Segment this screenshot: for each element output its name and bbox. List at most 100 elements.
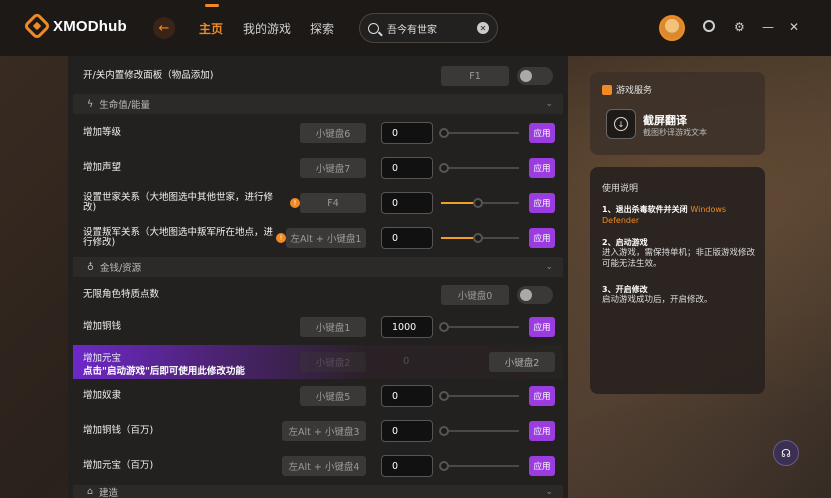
service-name[interactable]: 截屏翻译 — [643, 112, 687, 128]
help-step-2: 2、启动游戏 进入游戏，需保持单机；非正版游戏修改可能无法生效。 — [602, 237, 757, 270]
value-slider[interactable] — [439, 391, 519, 401]
row-label: 无限角色特质点数 — [83, 289, 160, 300]
section-title: 建造 — [99, 487, 119, 498]
hotkey[interactable]: 小键盘1 — [300, 317, 366, 337]
hotkey[interactable]: 小键盘2 — [489, 352, 555, 372]
row-family-relation: 设置世家关系（大地图选中其他世家，进行修改) ! F4 0 — [73, 187, 563, 219]
status-circle-icon[interactable] — [703, 20, 715, 32]
close-button[interactable]: ✕ — [789, 20, 799, 34]
lightning-icon: ϟ — [87, 98, 94, 110]
apply-button[interactable]: 应用 — [529, 228, 555, 248]
row-label: 增加奴隶 — [83, 390, 122, 401]
row-money: 增加铜钱 小键盘1 1000 — [73, 311, 563, 343]
apply-button[interactable]: 应用 — [529, 158, 555, 178]
game-service-card: 游戏服务 ↓ 截屏翻译 截图秒译游戏文本 — [590, 72, 765, 155]
hotkey[interactable]: 左Alt + 小键盘4 — [282, 456, 366, 476]
service-header: 游戏服务 — [602, 83, 652, 96]
hotkey-faded: 小键盘2 — [300, 352, 366, 372]
value-input[interactable]: 0 — [381, 227, 433, 249]
search-input[interactable]: 吾今有世家 — [387, 21, 477, 36]
value-input[interactable]: 0 — [381, 122, 433, 144]
row-toggle-panel: 开/关内置修改面板（物品添加) F1 — [73, 60, 563, 92]
service-desc: 截图秒译游戏文本 — [643, 128, 707, 137]
help-step-3: 3、开启修改 启动游戏成功后，开启修改。 — [602, 284, 757, 306]
help-step-1: 1、退出杀毒软件并关闭 Windows Defender — [602, 204, 757, 226]
value-input[interactable]: 0 — [381, 157, 433, 179]
section-health[interactable]: ϟ 生命值/能量 ⌄ — [73, 94, 563, 114]
nav-my-games[interactable]: 我的游戏 — [243, 20, 291, 37]
chevron-down-icon: ⌄ — [545, 99, 553, 109]
chevron-down-icon: ⌄ — [545, 486, 553, 497]
chevron-down-icon: ⌄ — [545, 262, 553, 272]
hotkey[interactable]: 小键盘0 — [441, 285, 509, 305]
nav-explore[interactable]: 探索 — [310, 20, 334, 37]
hotkey[interactable]: 左Alt + 小键盘3 — [282, 421, 366, 441]
value-slider[interactable] — [439, 461, 519, 471]
row-level: 增加等级 小键盘6 0 — [73, 117, 563, 149]
row-label: 设置世家关系（大地图选中其他世家，进行修改) — [83, 192, 274, 213]
value-input[interactable]: 1000 — [381, 316, 433, 338]
toggle-switch[interactable] — [517, 67, 553, 85]
row-money-million: 增加铜钱（百万) 左Alt + 小键盘3 0 — [73, 415, 563, 447]
step-title: 1、退出杀毒软件并关闭 — [602, 205, 688, 214]
top-bar: XMODhub ← 主页 我的游戏 探索 吾今有世家 ✕ ⚙ — ✕ — [0, 0, 831, 56]
apply-button[interactable]: 应用 — [529, 456, 555, 476]
app-logo: XMODhub — [22, 11, 127, 41]
row-infinite-points: 无限角色特质点数 小键盘0 — [73, 279, 563, 311]
step-title: 2、启动游戏 — [602, 238, 648, 247]
value-input[interactable]: 0 — [381, 455, 433, 477]
step-text: 进入游戏，需保持单机；非正版游戏修改可能无法生效。 — [602, 248, 756, 269]
value-slider[interactable] — [441, 198, 519, 208]
value-slider[interactable] — [439, 322, 519, 332]
hotkey[interactable]: F1 — [441, 66, 509, 86]
value-input[interactable]: 0 — [381, 385, 433, 407]
row-rebel-relation: 设置叛军关系（大地图选中叛军所在地点，进行修改) ! 左Alt + 小键盘1 0 — [73, 222, 563, 254]
settings-icon[interactable]: ⚙ — [734, 20, 745, 34]
nav-home[interactable]: 主页 — [199, 20, 223, 37]
value-faded: 0 — [403, 356, 410, 367]
download-icon: ↓ — [614, 117, 628, 131]
row-label: 增加铜钱 — [83, 321, 122, 332]
section-build[interactable]: ⌂ 建造 ⌄ — [73, 485, 563, 498]
search-box[interactable]: 吾今有世家 ✕ — [359, 13, 498, 43]
hotkey[interactable]: 小键盘7 — [300, 158, 366, 178]
value-slider[interactable] — [439, 163, 519, 173]
hotkey[interactable]: F4 — [300, 193, 366, 213]
value-input[interactable]: 0 — [381, 420, 433, 442]
hotkey[interactable]: 小键盘5 — [300, 386, 366, 406]
row-label: 增加铜钱（百万) — [83, 425, 154, 436]
apply-button[interactable]: 应用 — [529, 421, 555, 441]
avatar[interactable] — [659, 15, 685, 41]
row-label: 增加等级 — [83, 127, 122, 138]
value-slider[interactable] — [441, 233, 519, 243]
section-title: 金钱/资源 — [99, 263, 142, 274]
apply-button[interactable]: 应用 — [529, 123, 555, 143]
toggle-switch[interactable] — [517, 286, 553, 304]
section-money[interactable]: ♁ 金钱/资源 ⌄ — [73, 257, 563, 277]
value-slider[interactable] — [439, 426, 519, 436]
minimize-button[interactable]: — — [762, 20, 774, 34]
step-title: 3、开启修改 — [602, 285, 648, 294]
back-button[interactable]: ← — [153, 17, 175, 39]
row-label: 增加声望 — [83, 162, 122, 173]
row-yuanbao-locked: 增加元宝 点击"启动游戏"后即可使用此修改功能 小键盘2 0 小键盘2 — [73, 345, 563, 379]
section-title: 生命值/能量 — [99, 100, 150, 111]
apply-button[interactable]: 应用 — [529, 193, 555, 213]
nav-active-indicator — [205, 4, 219, 7]
search-icon — [368, 22, 379, 34]
warning-icon: ! — [276, 233, 286, 243]
row-label: 增加元宝（百万) — [83, 460, 154, 471]
building-icon: ⌂ — [87, 486, 94, 497]
back-arrow-icon: ← — [158, 20, 170, 36]
hotkey[interactable]: 小键盘6 — [300, 123, 366, 143]
apply-button[interactable]: 应用 — [529, 317, 555, 337]
headset-support-button[interactable]: ☊ — [773, 440, 799, 466]
warning-icon: ! — [290, 198, 300, 208]
value-slider[interactable] — [439, 128, 519, 138]
step-text: 启动游戏成功后，开启修改。 — [602, 295, 713, 305]
screenshot-translate-button[interactable]: ↓ — [606, 109, 636, 139]
hotkey[interactable]: 左Alt + 小键盘1 — [286, 228, 366, 248]
value-input[interactable]: 0 — [381, 192, 433, 214]
apply-button[interactable]: 应用 — [529, 386, 555, 406]
clear-search-icon[interactable]: ✕ — [477, 22, 489, 34]
